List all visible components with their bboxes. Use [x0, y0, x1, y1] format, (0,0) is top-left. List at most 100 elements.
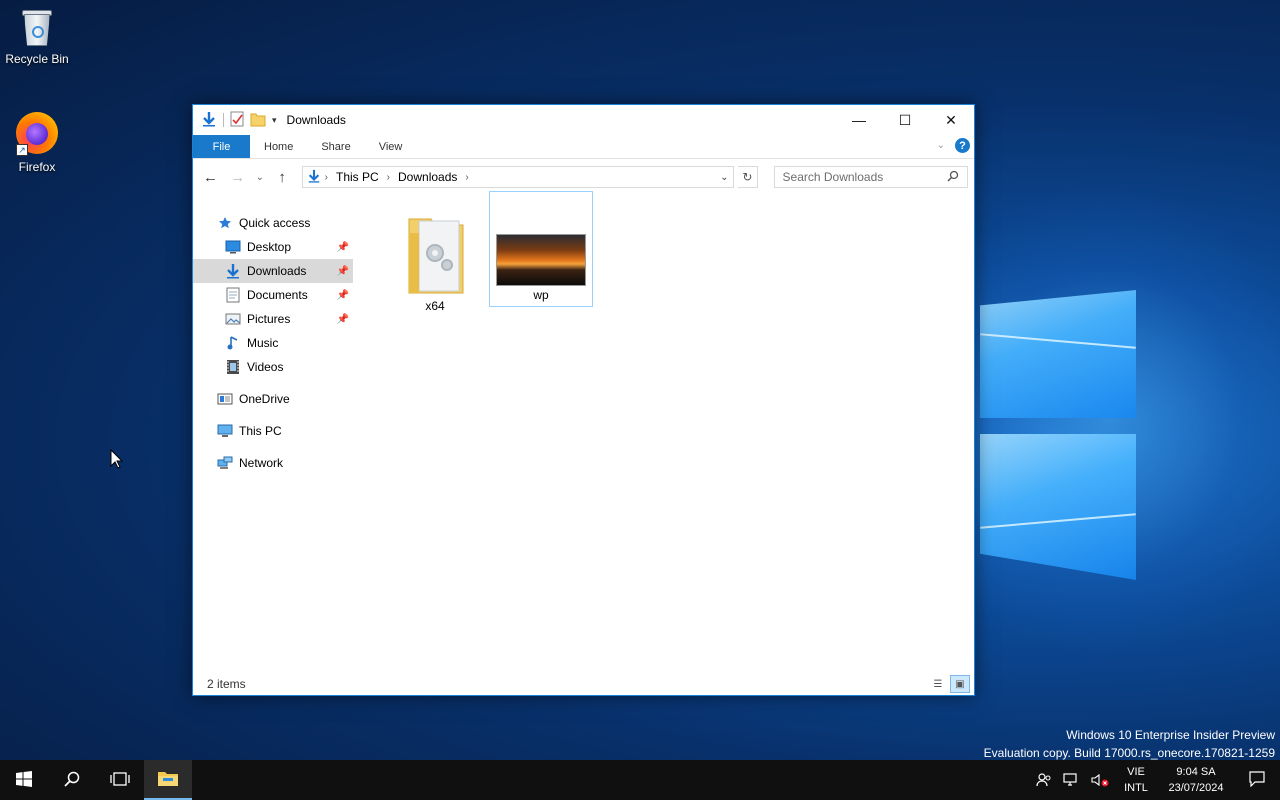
recent-locations-chevron-icon[interactable]: ⌄: [253, 165, 266, 189]
nav-label: Downloads: [247, 264, 307, 278]
nav-label: This PC: [239, 424, 282, 438]
watermark-line: Windows 10 Enterprise Insider Preview: [1066, 728, 1275, 742]
large-icons-view-icon[interactable]: ▣: [950, 675, 970, 693]
desktop-icon-recycle-bin[interactable]: Recycle Bin: [0, 8, 74, 66]
nav-quick-access[interactable]: Quick access: [193, 211, 353, 235]
search-icon: [947, 170, 959, 185]
window-title: Downloads: [286, 113, 346, 127]
evaluation-watermark: Windows 10 Enterprise Insider Preview Ev…: [984, 726, 1275, 762]
volume-muted-icon[interactable]: [1086, 772, 1114, 788]
nav-label: Quick access: [239, 216, 311, 230]
downloads-location-icon: [307, 169, 321, 186]
status-bar: 2 items ☰ ▣: [193, 673, 974, 695]
tab-file[interactable]: File: [193, 135, 250, 158]
folder-icon: [407, 213, 465, 298]
file-list-area[interactable]: x64 wp: [353, 191, 974, 673]
tab-share[interactable]: Share: [307, 135, 364, 158]
refresh-button[interactable]: ↻: [738, 166, 758, 188]
forward-button[interactable]: →: [226, 165, 249, 189]
start-button[interactable]: [0, 760, 48, 800]
nav-downloads[interactable]: Downloads 📌: [193, 259, 353, 283]
nav-label: Music: [247, 336, 279, 350]
maximize-button[interactable]: ☐: [882, 105, 928, 135]
nav-desktop[interactable]: Desktop 📌: [193, 235, 353, 259]
breadcrumb-separator-icon[interactable]: ›: [461, 172, 472, 183]
task-view-button[interactable]: [96, 760, 144, 800]
search-box[interactable]: Search Downloads: [773, 166, 968, 188]
taskbar: VIE INTL 9:04 SA 23/07/2024: [0, 760, 1280, 800]
firefox-icon: ↗: [14, 110, 60, 156]
keyboard-layout: INTL: [1124, 782, 1148, 794]
input-language-indicator[interactable]: VIE INTL: [1114, 764, 1158, 796]
breadcrumb-separator-icon[interactable]: ›: [383, 172, 394, 183]
system-tray: VIE INTL 9:04 SA 23/07/2024: [1030, 760, 1280, 800]
downloads-icon: [225, 263, 241, 279]
nav-network[interactable]: Network: [193, 451, 353, 475]
search-button[interactable]: [48, 760, 96, 800]
properties-icon[interactable]: [230, 111, 244, 130]
taskbar-file-explorer[interactable]: [144, 760, 192, 800]
nav-onedrive[interactable]: OneDrive: [193, 387, 353, 411]
title-bar[interactable]: ▾ Downloads — ☐ ✕: [193, 105, 974, 135]
network-status-icon[interactable]: [1058, 772, 1086, 788]
network-icon: [217, 455, 233, 471]
notification-icon: [1249, 770, 1265, 790]
minimize-button[interactable]: —: [836, 105, 882, 135]
tab-view[interactable]: View: [365, 135, 417, 158]
people-icon[interactable]: [1030, 772, 1058, 788]
file-name: wp: [533, 288, 549, 302]
nav-label: Documents: [247, 288, 308, 302]
mouse-pointer-icon: [110, 448, 124, 472]
nav-music[interactable]: Music: [193, 331, 353, 355]
pin-icon[interactable]: 📌: [337, 266, 349, 277]
music-icon: [225, 335, 241, 351]
recycle-bin-icon: [20, 8, 54, 48]
image-thumbnail-icon: [496, 234, 586, 286]
tab-home[interactable]: Home: [250, 135, 307, 158]
star-icon: [217, 215, 233, 231]
file-item-folder[interactable]: x64: [383, 201, 487, 317]
up-button[interactable]: ↑: [271, 165, 294, 189]
customize-toolbar-icon[interactable]: ▾: [272, 115, 277, 126]
nav-label: Desktop: [247, 240, 292, 254]
pin-icon[interactable]: 📌: [337, 290, 349, 301]
desktop-icon-label: Firefox: [18, 160, 56, 174]
nav-pictures[interactable]: Pictures 📌: [193, 307, 353, 331]
help-icon[interactable]: ?: [955, 138, 970, 153]
nav-label: Pictures: [247, 312, 291, 326]
item-count: 2 items: [207, 677, 246, 691]
clock-date: 23/07/2024: [1168, 782, 1224, 794]
navigation-pane: Quick access Desktop 📌 Downloads 📌 Docum…: [193, 197, 353, 673]
windows-logo-pane-top: [980, 290, 1136, 418]
pin-icon[interactable]: 📌: [337, 242, 349, 253]
desktop-icon-label: Recycle Bin: [5, 52, 69, 66]
desktop-icon-firefox[interactable]: ↗ Firefox: [0, 110, 74, 174]
ribbon-tabs: File Home Share View ⌄ ?: [193, 135, 974, 159]
clock-time: 9:04 SA: [1176, 766, 1216, 778]
new-folder-icon[interactable]: [250, 111, 266, 130]
close-button[interactable]: ✕: [928, 105, 974, 135]
nav-documents[interactable]: Documents 📌: [193, 283, 353, 307]
videos-icon: [225, 359, 241, 375]
address-dropdown-icon[interactable]: ⌄: [715, 167, 733, 187]
clock[interactable]: 9:04 SA 23/07/2024: [1158, 764, 1234, 796]
pictures-icon: [225, 311, 241, 327]
expand-ribbon-chevron-icon[interactable]: ⌄: [937, 140, 945, 151]
nav-videos[interactable]: Videos: [193, 355, 353, 379]
explorer-body: Quick access Desktop 📌 Downloads 📌 Docum…: [193, 191, 974, 673]
back-button[interactable]: ←: [199, 165, 222, 189]
address-bar[interactable]: › This PC › Downloads › ⌄: [301, 166, 735, 188]
pin-icon[interactable]: 📌: [337, 314, 349, 325]
computer-icon: [217, 423, 233, 439]
breadcrumb-this-pc[interactable]: This PC: [332, 170, 383, 184]
documents-icon: [225, 287, 241, 303]
action-center-button[interactable]: [1234, 760, 1280, 800]
file-item-image-selected[interactable]: wp: [489, 191, 593, 307]
language-code: VIE: [1127, 766, 1145, 778]
downloads-arrow-icon: [201, 111, 217, 130]
nav-this-pc[interactable]: This PC: [193, 419, 353, 443]
details-view-icon[interactable]: ☰: [928, 675, 948, 693]
file-explorer-icon: [157, 769, 179, 790]
breadcrumb-separator-icon[interactable]: ›: [321, 172, 332, 183]
breadcrumb-downloads[interactable]: Downloads: [394, 170, 461, 184]
